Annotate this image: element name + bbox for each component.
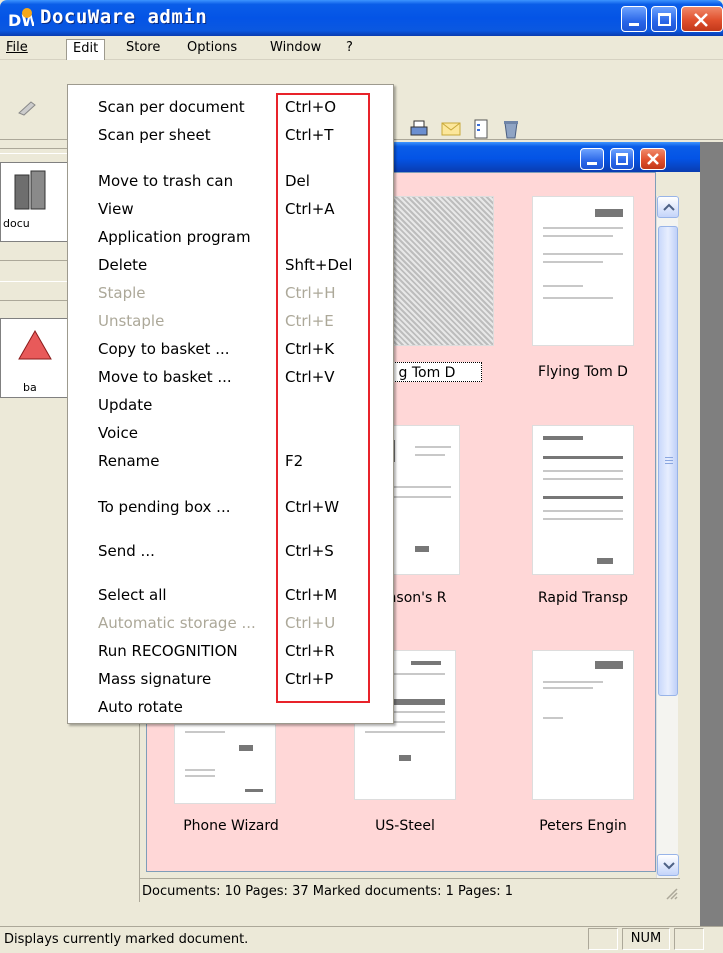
document-caption[interactable]: Phone Wizard — [156, 816, 306, 836]
status-panel — [674, 928, 704, 950]
close-icon — [694, 13, 708, 27]
chevron-up-icon — [663, 203, 675, 211]
minimize-button[interactable] — [621, 6, 647, 32]
status-panel — [588, 928, 618, 950]
file-cabinet-icon — [14, 170, 46, 210]
resize-grip-icon[interactable] — [664, 886, 678, 900]
scroll-thumb[interactable] — [658, 226, 678, 696]
vertical-scrollbar[interactable] — [656, 196, 679, 878]
mail-icon[interactable] — [440, 118, 462, 140]
scanner-icon[interactable] — [16, 96, 38, 118]
num-lock-indicator: NUM — [622, 928, 670, 950]
status-message: Displays currently marked document. — [4, 932, 249, 947]
menu-options[interactable]: Options — [181, 39, 243, 57]
print-icon[interactable] — [408, 118, 430, 140]
document-caption[interactable]: Peters Engin — [508, 816, 658, 836]
basket-icon — [18, 329, 52, 360]
close-button[interactable] — [681, 6, 723, 32]
docuware-logo-icon: DW — [8, 8, 34, 30]
menu-window[interactable]: Window — [264, 39, 327, 57]
menu-file[interactable]: File — [0, 39, 34, 57]
menu-edit[interactable]: Edit — [66, 39, 106, 60]
basket-item[interactable]: ba — [0, 318, 70, 398]
close-icon — [647, 153, 659, 165]
child-minimize-button[interactable] — [580, 148, 604, 170]
menu-help[interactable]: ? — [340, 39, 359, 57]
trash-can-icon[interactable] — [500, 118, 522, 140]
menu-store[interactable]: Store — [120, 39, 166, 57]
document-thumbnail[interactable] — [392, 196, 494, 346]
document-thumbnail[interactable] — [532, 650, 634, 800]
shortcut-highlight-box — [276, 93, 370, 703]
document-caption[interactable]: US-Steel — [330, 816, 480, 836]
child-status-bar: Documents: 10 Pages: 37 Marked documents… — [140, 878, 680, 905]
window-title: DocuWare admin — [40, 6, 208, 28]
document-caption[interactable]: Flying Tom D — [508, 362, 658, 382]
document-caption[interactable]: Rapid Transp — [508, 588, 658, 608]
scroll-up-button[interactable] — [657, 196, 679, 218]
chevron-down-icon — [663, 862, 675, 870]
maximize-button[interactable] — [651, 6, 677, 32]
document-thumbnail[interactable] — [532, 425, 634, 575]
document-properties-icon[interactable] — [470, 118, 492, 140]
child-maximize-button[interactable] — [610, 148, 634, 170]
scroll-down-button[interactable] — [657, 854, 679, 876]
document-thumbnail[interactable] — [532, 196, 634, 346]
document-thumbnail[interactable] — [174, 724, 276, 804]
child-close-button[interactable] — [640, 148, 666, 170]
menu-bar: File Edit Store Options Window ? — [0, 36, 723, 60]
file-cabinet-item[interactable]: docu — [0, 162, 70, 242]
title-bar[interactable]: DW DocuWare admin — [0, 0, 723, 36]
mdi-background — [700, 142, 723, 926]
